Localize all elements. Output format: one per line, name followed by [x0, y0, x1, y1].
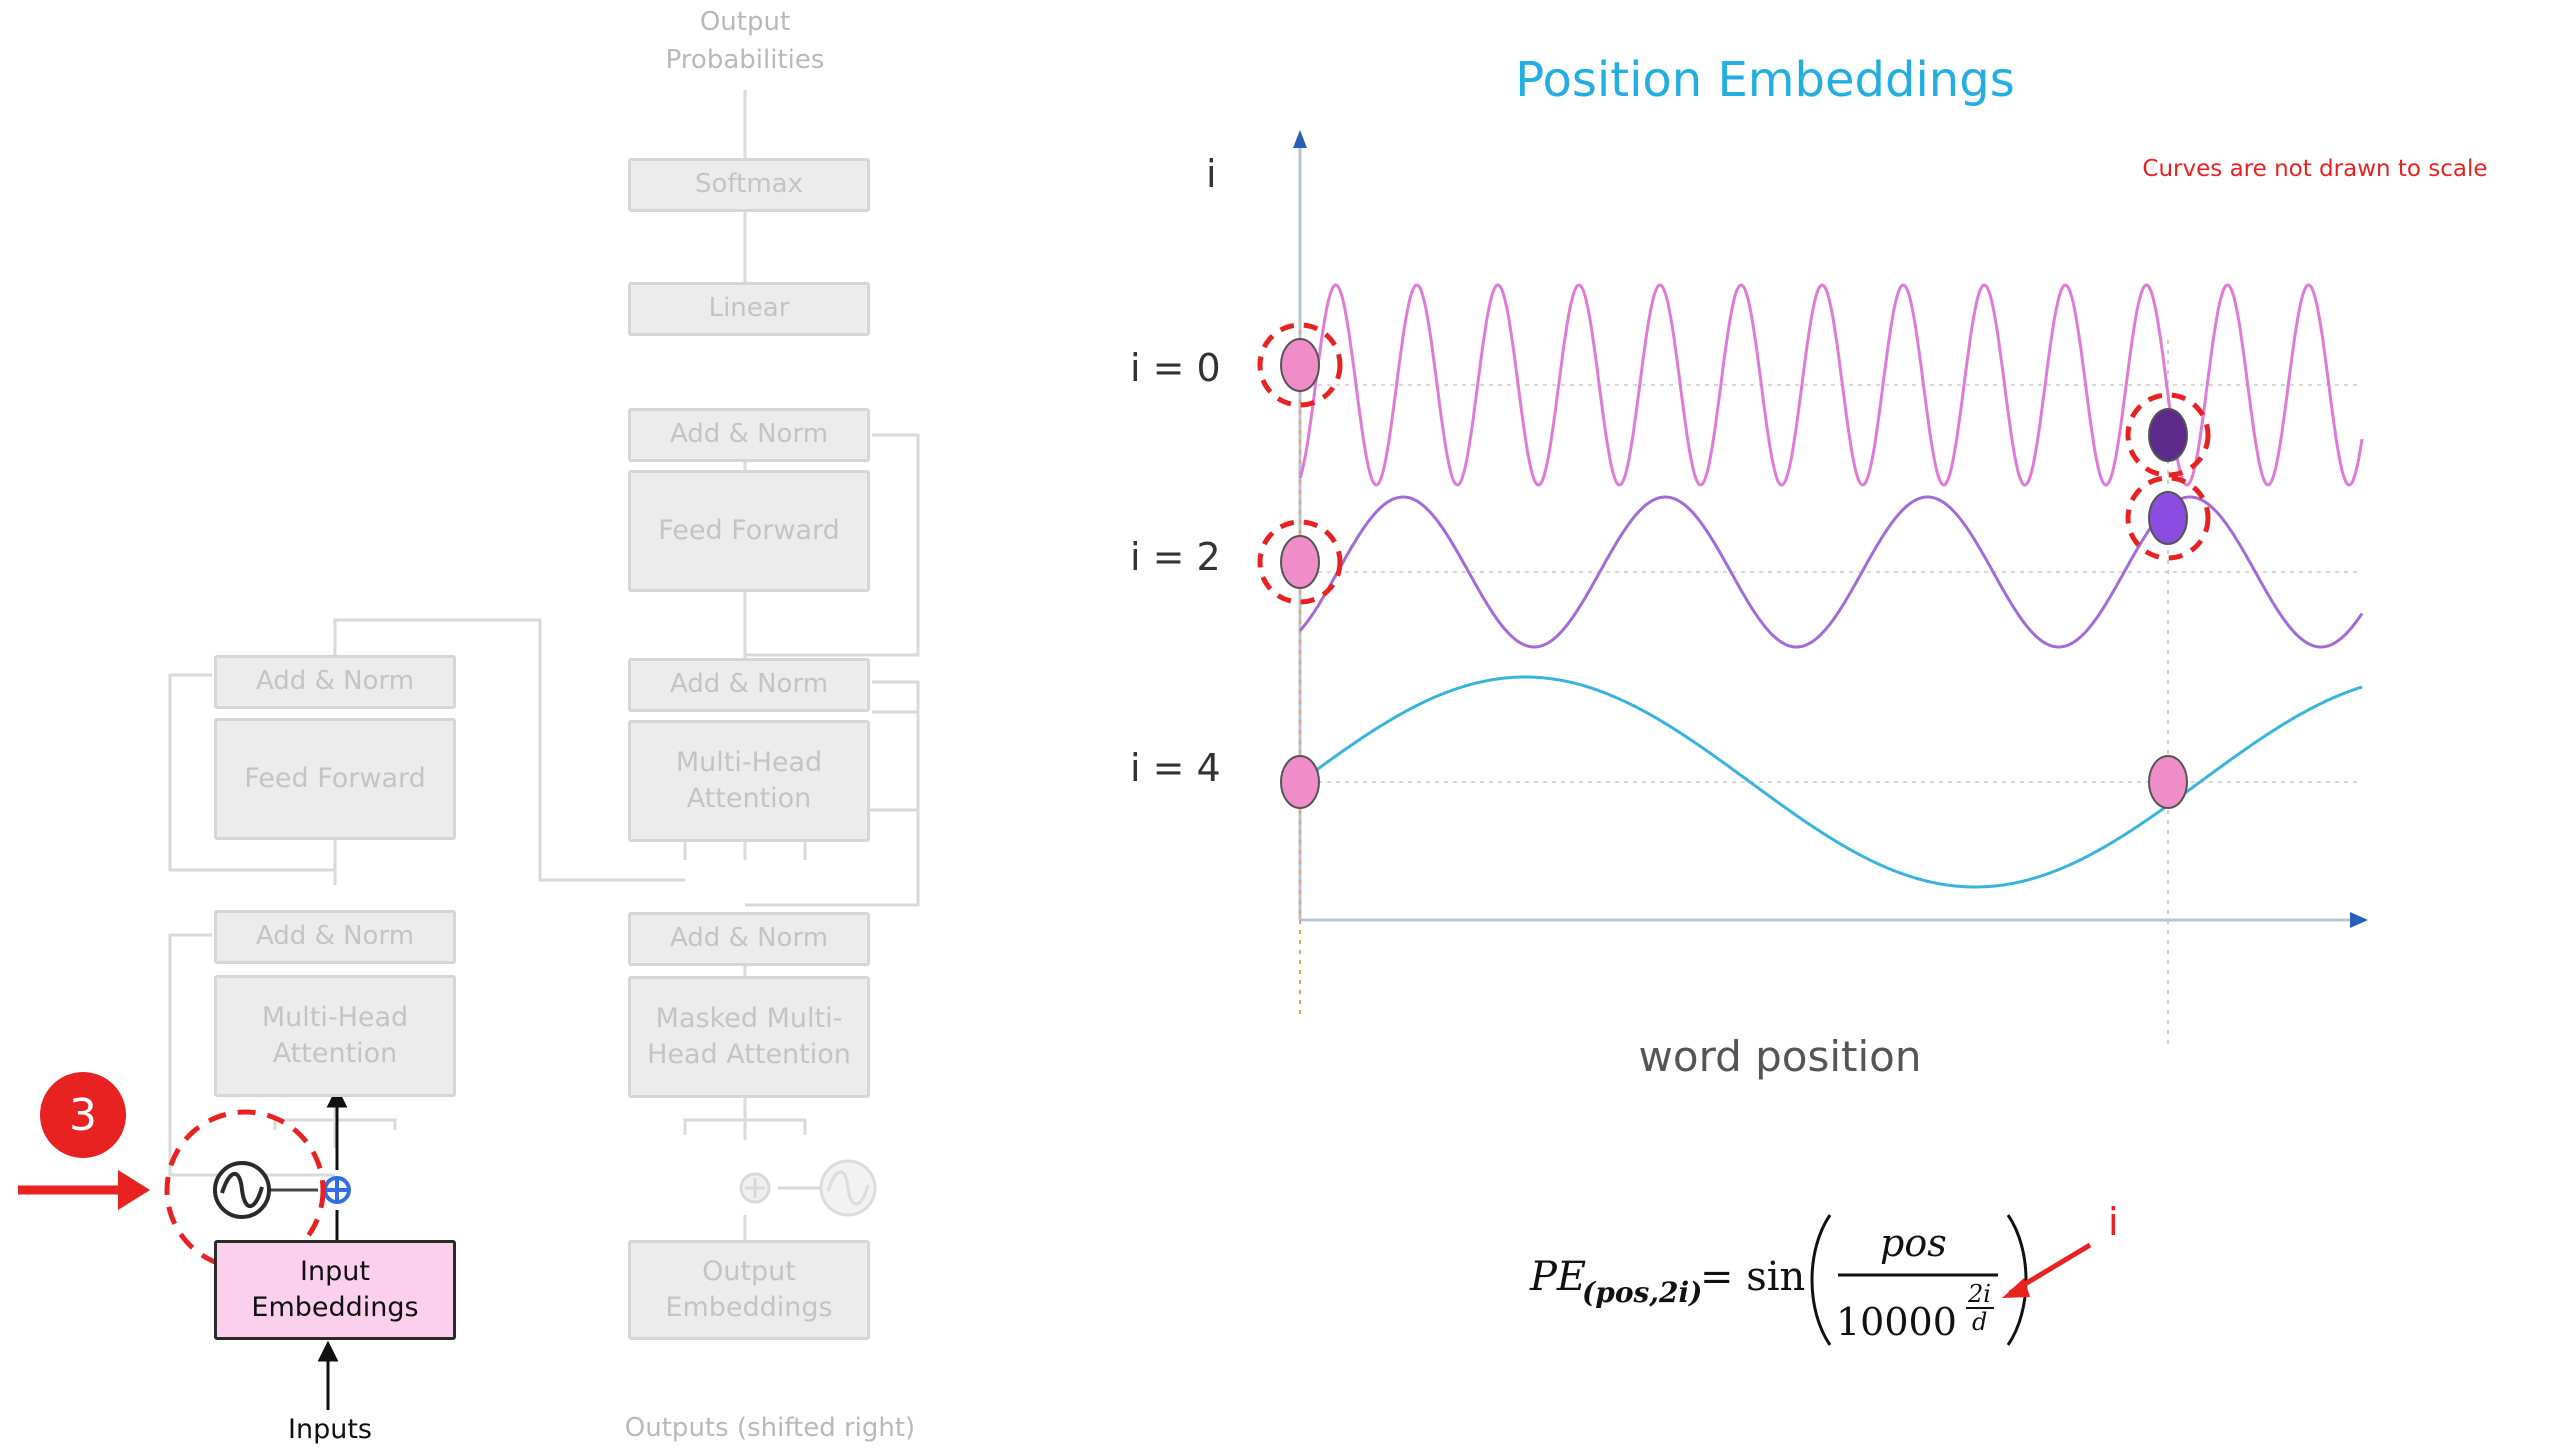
formula-lhs: PE [1529, 1254, 1586, 1300]
formula-pointer-label: i [2108, 1200, 2119, 1244]
formula-exponent-numerator: 2i [1967, 1280, 1991, 1308]
positional-encoding-formula: PE (pos,2i) = sin pos 10000 2i d [1529, 1214, 2092, 1346]
slide: Output Probabilities Softmax Linear Add … [0, 0, 2560, 1445]
formula-denominator: 10000 [1836, 1300, 1957, 1344]
formula-subscript: (pos,2i) [1582, 1276, 1702, 1309]
formula-equals-sin: = sin [1700, 1254, 1805, 1300]
formula-exponent-denominator: d [1972, 1308, 1987, 1336]
formula-numerator: pos [1880, 1221, 1947, 1265]
